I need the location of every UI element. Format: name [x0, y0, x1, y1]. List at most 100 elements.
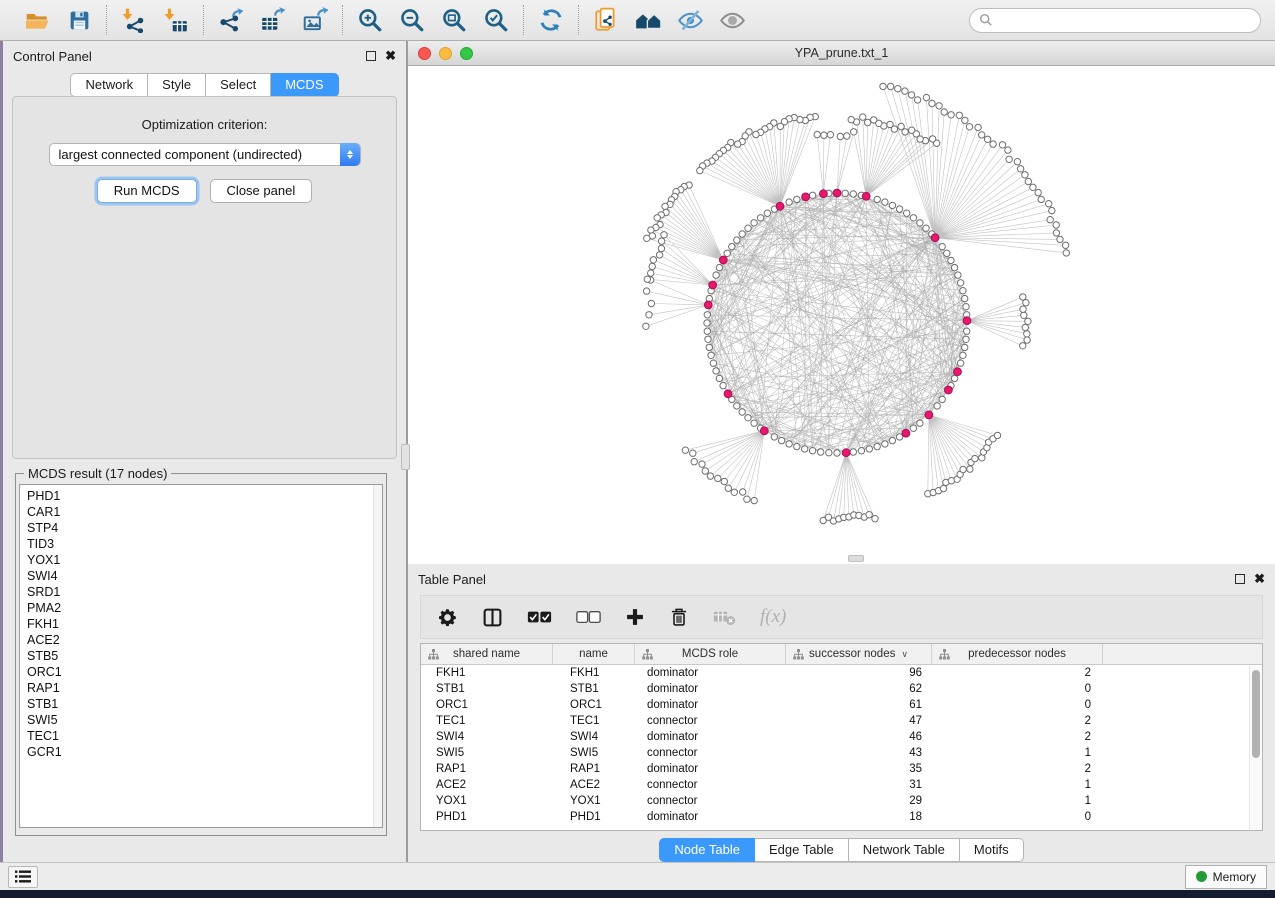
table-row[interactable]: STB1STB1dominator620	[421, 681, 1262, 697]
zoom-out-icon[interactable]	[398, 6, 426, 34]
mcds-result-item[interactable]: GCR1	[27, 744, 382, 760]
column-header-name[interactable]: name	[553, 644, 635, 664]
list-scrollbar[interactable]	[373, 485, 382, 827]
network-overview-icon[interactable]	[634, 6, 662, 34]
table-row[interactable]: ORC1ORC1dominator610	[421, 697, 1262, 713]
tab-style[interactable]: Style	[148, 73, 206, 97]
float-table-panel-icon[interactable]	[1235, 574, 1245, 584]
table-panel-title: Table Panel	[418, 572, 486, 587]
export-network-icon[interactable]	[217, 6, 245, 34]
show-graphics-icon[interactable]	[718, 6, 746, 34]
table-row[interactable]: PHD1PHD1dominator180	[421, 809, 1262, 825]
import-table-icon[interactable]	[162, 6, 190, 34]
zoom-in-icon[interactable]	[356, 6, 384, 34]
window-minimize-icon[interactable]	[439, 47, 452, 60]
table-scrollbar-thumb[interactable]	[1252, 670, 1260, 758]
task-history-button[interactable]	[8, 866, 38, 888]
cell-predecessors: 0	[932, 699, 1103, 711]
delete-table-icon[interactable]	[713, 603, 736, 631]
mcds-result-item[interactable]: PHD1	[27, 488, 382, 504]
mcds-result-item[interactable]: FKH1	[27, 616, 382, 632]
network-window-titlebar[interactable]: YPA_prune.txt_1	[408, 41, 1275, 66]
column-header-successor-nodes[interactable]: successor nodes∨	[786, 644, 932, 664]
close-table-panel-icon[interactable]: ✖	[1254, 574, 1265, 584]
add-column-icon[interactable]	[625, 603, 645, 631]
network-graph[interactable]	[408, 66, 1275, 563]
cell-role: dominator	[635, 763, 786, 775]
column-header-shared-name[interactable]: shared name	[421, 644, 553, 664]
cell-predecessors: 0	[932, 811, 1103, 823]
table-header: shared namenameMCDS rolesuccessor nodes∨…	[421, 644, 1262, 665]
table-row[interactable]: TEC1TEC1connector472	[421, 713, 1262, 729]
cell-name: SWI4	[553, 731, 635, 743]
mcds-result-item[interactable]: SRD1	[27, 584, 382, 600]
function-builder-icon[interactable]: f(x)	[760, 603, 786, 631]
window-maximize-icon[interactable]	[460, 47, 473, 60]
select-stepper-icon	[340, 143, 360, 166]
close-panel-button[interactable]: Close panel	[210, 179, 313, 203]
table-scrollbar[interactable]	[1249, 666, 1262, 830]
table-row[interactable]: ACE2ACE2connector311	[421, 777, 1262, 793]
panel-splitter-grip[interactable]	[401, 444, 410, 470]
save-session-icon[interactable]	[65, 6, 93, 34]
export-table-icon[interactable]	[259, 6, 287, 34]
export-network-file-icon[interactable]	[592, 6, 620, 34]
run-mcds-button[interactable]: Run MCDS	[97, 179, 197, 203]
search-icon	[979, 13, 993, 27]
mcds-result-item[interactable]: YOX1	[27, 552, 382, 568]
tab-mcds[interactable]: MCDS	[271, 73, 338, 97]
table-settings-icon[interactable]	[437, 603, 458, 631]
zoom-fit-icon[interactable]	[440, 6, 468, 34]
table-row[interactable]: SWI5SWI5connector431	[421, 745, 1262, 761]
canvas-splitter-grip[interactable]	[848, 555, 864, 562]
open-file-icon[interactable]	[23, 6, 51, 34]
mcds-result-item[interactable]: TEC1	[27, 728, 382, 744]
memory-button[interactable]: Memory	[1185, 865, 1267, 889]
import-network-icon[interactable]	[120, 6, 148, 34]
apply-layout-icon[interactable]	[537, 6, 565, 34]
mcds-result-item[interactable]: CAR1	[27, 504, 382, 520]
column-header-predecessor-nodes[interactable]: predecessor nodes	[932, 644, 1103, 664]
mcds-result-item[interactable]: SWI4	[27, 568, 382, 584]
table-row[interactable]: RAP1RAP1dominator352	[421, 761, 1262, 777]
mcds-result-item[interactable]: TID3	[27, 536, 382, 552]
select-all-icon[interactable]	[527, 603, 552, 631]
search-field[interactable]	[969, 8, 1261, 33]
cell-name: ORC1	[553, 699, 635, 711]
mcds-result-item[interactable]: SWI5	[27, 712, 382, 728]
tab-edge-table[interactable]: Edge Table	[755, 838, 849, 862]
mcds-result-item[interactable]: RAP1	[27, 680, 382, 696]
tab-network[interactable]: Network	[70, 73, 148, 97]
column-header-mcds-role[interactable]: MCDS role	[635, 644, 786, 664]
tab-network-table[interactable]: Network Table	[849, 838, 960, 862]
optimization-criterion-select[interactable]: largest connected component (undirected)	[49, 143, 361, 166]
mcds-result-list[interactable]: PHD1CAR1STP4TID3YOX1SWI4SRD1PMA2FKH1ACE2…	[19, 484, 383, 828]
zoom-selected-icon[interactable]	[482, 6, 510, 34]
hide-graphics-icon[interactable]	[676, 6, 704, 34]
table-toolbar: f(x)	[420, 595, 1263, 639]
task-list-icon	[15, 870, 31, 883]
export-image-icon[interactable]	[301, 6, 329, 34]
column-selector-icon[interactable]	[482, 603, 503, 631]
mcds-result-item[interactable]: ORC1	[27, 664, 382, 680]
cell-shared_name: TEC1	[421, 715, 553, 727]
network-canvas[interactable]	[408, 66, 1275, 563]
search-input[interactable]	[999, 12, 1251, 28]
tab-motifs[interactable]: Motifs	[960, 838, 1024, 862]
mcds-result-item[interactable]: PMA2	[27, 600, 382, 616]
cell-successors: 43	[786, 747, 932, 759]
float-panel-icon[interactable]	[366, 51, 376, 61]
mcds-result-item[interactable]: STP4	[27, 520, 382, 536]
table-row[interactable]: FKH1FKH1dominator962	[421, 665, 1262, 681]
tab-select[interactable]: Select	[206, 73, 271, 97]
window-close-icon[interactable]	[418, 47, 431, 60]
mcds-result-item[interactable]: STB5	[27, 648, 382, 664]
mcds-result-item[interactable]: STB1	[27, 696, 382, 712]
tab-node-table[interactable]: Node Table	[659, 838, 755, 862]
deselect-all-icon[interactable]	[576, 603, 601, 631]
delete-column-icon[interactable]	[669, 603, 689, 631]
table-row[interactable]: YOX1YOX1connector291	[421, 793, 1262, 809]
table-row[interactable]: SWI4SWI4dominator462	[421, 729, 1262, 745]
close-panel-icon[interactable]: ✖	[385, 51, 396, 61]
mcds-result-item[interactable]: ACE2	[27, 632, 382, 648]
